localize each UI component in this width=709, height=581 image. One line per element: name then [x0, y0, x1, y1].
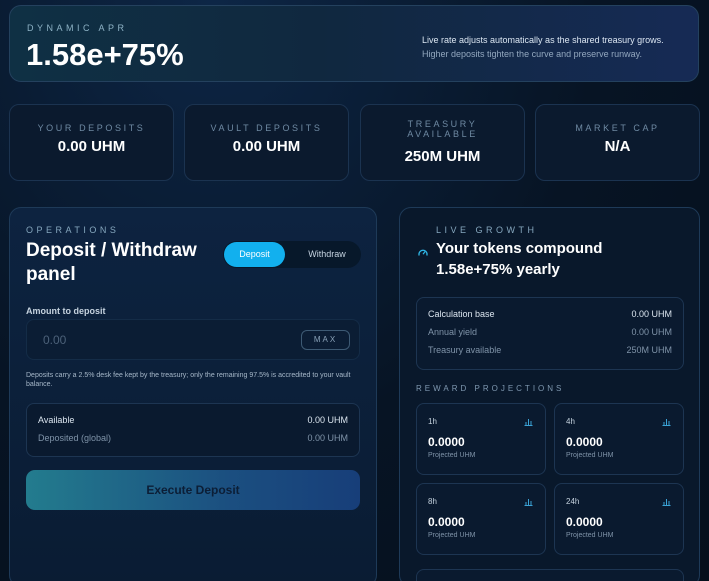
next-card-partial [416, 569, 684, 581]
available-value: 0.00 UHM [307, 415, 348, 425]
execute-deposit-button[interactable]: Execute Deposit [26, 470, 360, 510]
treasury-label: Treasury available [428, 345, 502, 355]
fee-note: Deposits carry a 2.5% desk fee kept by t… [26, 372, 351, 388]
stat-your-deposits: YOUR DEPOSITS 0.00 UHM [9, 104, 174, 181]
amount-label: Amount to deposit [26, 306, 106, 316]
deposited-label: Deposited (global) [38, 433, 112, 443]
live-growth-panel: LIVE GROWTH Your tokens compound 1.58e+7… [399, 207, 700, 581]
projection-period: 8h [428, 497, 437, 506]
bar-chart-icon [524, 419, 533, 426]
projection-value: 0.0000 [428, 515, 465, 529]
apr-value: 1.58e+75% [26, 37, 184, 72]
projection-value: 0.0000 [428, 435, 465, 449]
projection-card-24h: 24h 0.0000 Projected UHM [554, 483, 684, 555]
apr-note: Live rate adjusts automatically as the s… [422, 33, 682, 61]
live-headline-line1: Your tokens compound [436, 240, 603, 257]
calc-label: Calculation base [428, 309, 495, 319]
projection-value: 0.0000 [566, 515, 603, 529]
calculation-summary: Calculation base 0.00 UHM Annual yield 0… [416, 297, 684, 370]
projection-period: 1h [428, 417, 437, 426]
bar-chart-icon [662, 419, 671, 426]
available-label: Available [38, 415, 75, 425]
operations-title: Deposit / Withdraw panel [26, 239, 197, 287]
stat-label: MARKET CAP [575, 123, 660, 133]
projection-card-8h: 8h 0.0000 Projected UHM [416, 483, 546, 555]
tab-withdraw[interactable]: Withdraw [297, 242, 357, 267]
stat-label: VAULT DEPOSITS [210, 123, 323, 133]
stat-market-cap: MARKET CAP N/A [535, 104, 700, 181]
stat-value: 0.00 UHM [57, 138, 126, 155]
deposited-value: 0.00 UHM [307, 433, 348, 443]
amount-placeholder: 0.00 [43, 333, 67, 347]
stat-value: 0.00 UHM [232, 138, 301, 155]
live-kicker: LIVE GROWTH [436, 225, 538, 235]
balance-summary: Available 0.00 UHM Deposited (global) 0.… [26, 403, 360, 457]
bar-chart-icon [524, 499, 533, 506]
projection-period: 4h [566, 417, 575, 426]
projection-period: 24h [566, 497, 580, 506]
annual-value: 0.00 UHM [631, 327, 672, 337]
tab-deposit[interactable]: Deposit [224, 242, 285, 267]
treasury-value: 250M UHM [626, 345, 672, 355]
projection-value: 0.0000 [566, 435, 603, 449]
projection-card-1h: 1h 0.0000 Projected UHM [416, 403, 546, 475]
projection-unit: Projected UHM [566, 532, 614, 539]
apr-note-line1: Live rate adjusts automatically as the s… [422, 35, 664, 45]
mode-toggle: Deposit Withdraw [223, 241, 361, 268]
stat-label: YOUR DEPOSITS [37, 123, 146, 133]
amount-input[interactable]: 0.00 MAX [26, 319, 360, 360]
apr-note-line2: Higher deposits tighten the curve and pr… [422, 49, 642, 59]
stat-treasury-available: TREASURY AVAILABLE 250M UHM [360, 104, 525, 181]
live-headline-line2: 1.58e+75% yearly [436, 261, 560, 278]
stat-label: TREASURY [407, 119, 478, 129]
annual-label: Annual yield [428, 327, 478, 337]
bar-chart-icon [662, 499, 671, 506]
projection-unit: Projected UHM [428, 452, 476, 459]
operations-title-line1: Deposit / Withdraw [26, 240, 197, 261]
stat-label: AVAILABLE [407, 129, 478, 139]
gauge-icon [418, 249, 428, 256]
max-button[interactable]: MAX [301, 330, 350, 350]
apr-kicker: DYNAMIC APR [27, 23, 128, 33]
live-headline: Your tokens compound 1.58e+75% yearly [436, 238, 602, 280]
projections-title: REWARD PROJECTIONS [416, 384, 565, 393]
stat-vault-deposits: VAULT DEPOSITS 0.00 UHM [184, 104, 349, 181]
operations-title-line2: panel [26, 264, 76, 285]
projection-card-4h: 4h 0.0000 Projected UHM [554, 403, 684, 475]
apr-banner: DYNAMIC APR 1.58e+75% Live rate adjusts … [9, 5, 699, 82]
calc-value: 0.00 UHM [631, 309, 672, 319]
stat-value: 250M UHM [404, 148, 481, 165]
operations-kicker: OPERATIONS [26, 225, 120, 235]
operations-panel: OPERATIONS Deposit / Withdraw panel Depo… [9, 207, 377, 581]
stat-value: N/A [604, 138, 631, 155]
projection-unit: Projected UHM [566, 452, 614, 459]
projection-unit: Projected UHM [428, 532, 476, 539]
